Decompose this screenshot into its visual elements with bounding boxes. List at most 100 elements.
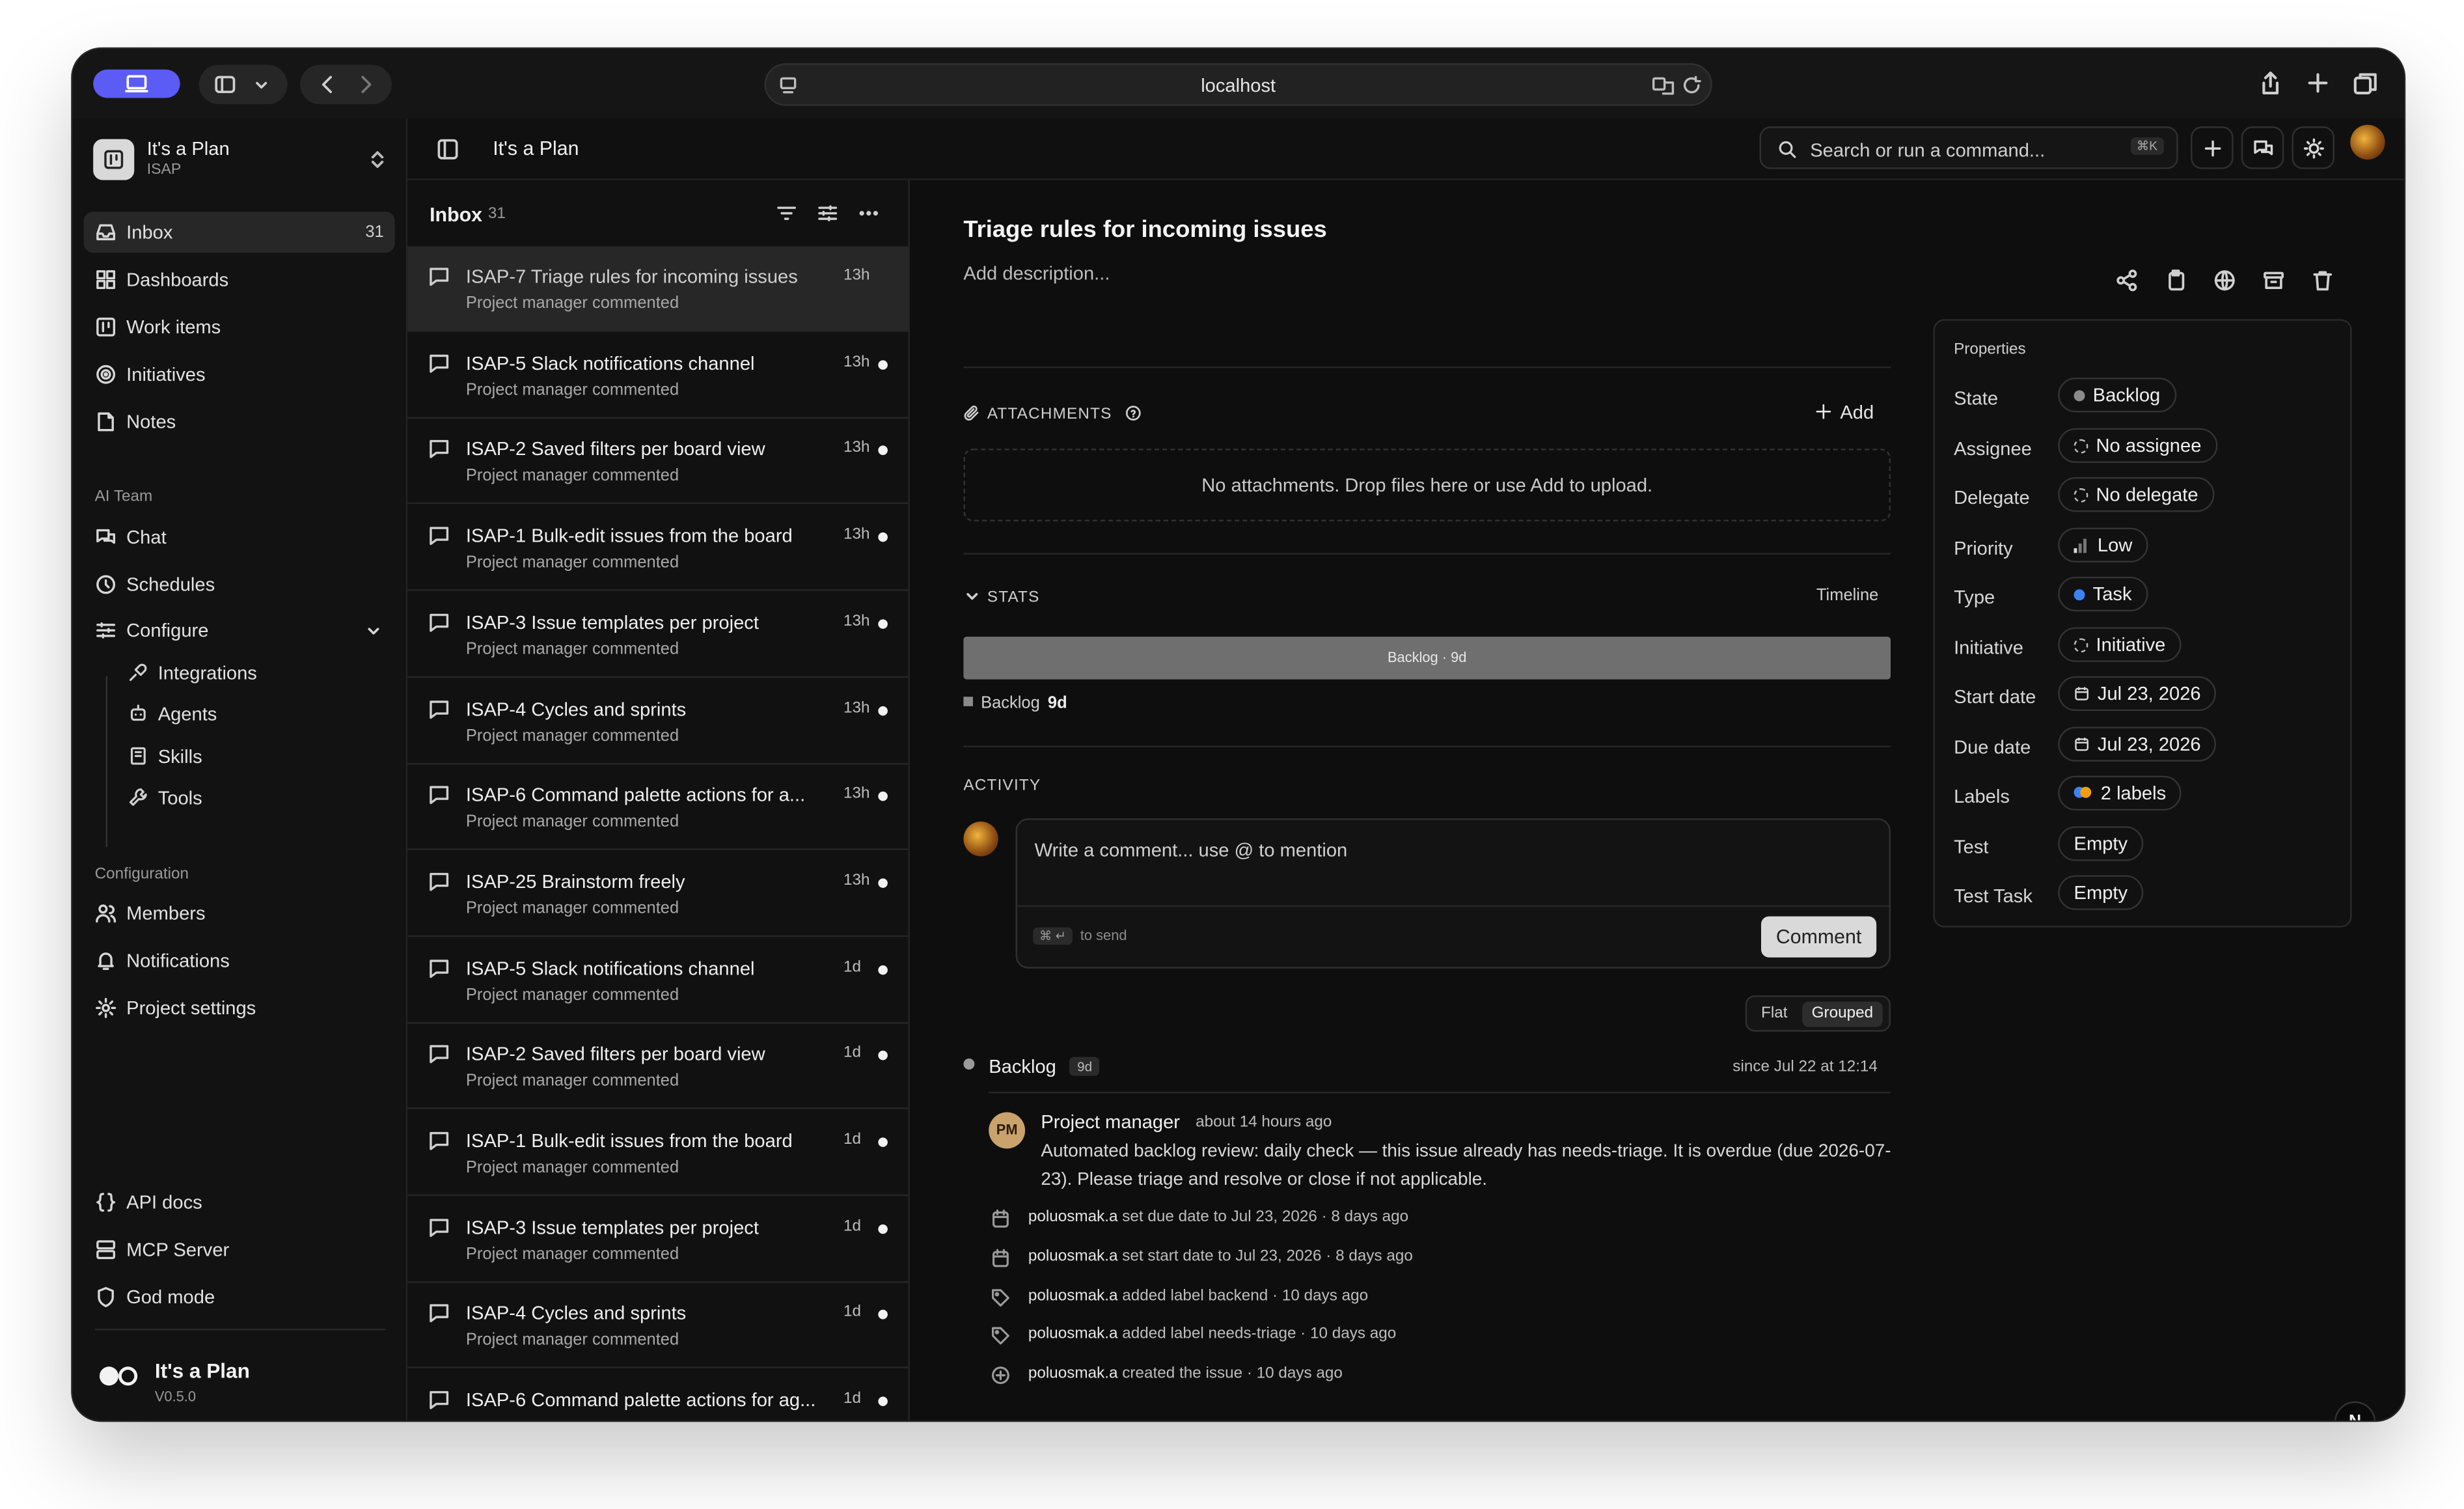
sidebar-item-initiatives[interactable]: Initiatives <box>84 354 395 395</box>
panel-toggle-icon[interactable] <box>436 137 459 161</box>
inbox-item[interactable]: ISAP-4 Cycles and sprints Project manager… <box>407 678 909 764</box>
sidebar-item-label: Tools <box>157 786 202 809</box>
sidebar-item-configure[interactable]: Configure <box>84 610 395 651</box>
state-dot <box>2074 589 2085 601</box>
property-value-chip[interactable]: Empty <box>2058 825 2144 861</box>
inbox-item[interactable]: ISAP-2 Saved filters per board view Proje… <box>407 419 909 505</box>
sidebar-item-api-docs[interactable]: API docs <box>84 1182 395 1223</box>
comment-button[interactable]: Comment <box>1760 916 1877 958</box>
create-button[interactable] <box>2191 126 2234 169</box>
property-label: Test <box>1954 835 1989 857</box>
event-user[interactable]: poluosmak.a <box>1028 1365 1118 1383</box>
calendar-icon <box>991 1248 1011 1269</box>
sidebar-item-work-items[interactable]: Work items <box>84 307 395 348</box>
plus-icon <box>2202 137 2224 159</box>
property-value-chip[interactable]: Jul 23, 2026 <box>2058 676 2217 712</box>
sidebar-item-notifications[interactable]: Notifications <box>84 940 395 981</box>
filter-icon[interactable] <box>776 202 798 225</box>
plus-circle-icon <box>991 1365 1011 1386</box>
inbox-item[interactable]: ISAP-3 Issue templates per project Projec… <box>407 592 909 678</box>
property-value-chip[interactable]: Backlog <box>2058 378 2176 413</box>
timeline-link[interactable]: Timeline <box>1816 586 1878 605</box>
calendar-icon <box>2074 729 2090 751</box>
sidebar-icon[interactable] <box>213 73 237 96</box>
command-search-input[interactable]: Search or run a command... ⌘K <box>1759 126 2178 169</box>
issue-title[interactable]: Triage rules for incoming issues <box>963 216 1326 243</box>
sidebar-item-notes[interactable]: Notes <box>84 401 395 442</box>
event-user[interactable]: poluosmak.a <box>1028 1209 1118 1226</box>
add-attachment-button[interactable]: Add <box>1815 401 1874 423</box>
inbox-item-subtitle: Project manager commented <box>465 1157 679 1178</box>
comment-body: Automated backlog review: daily check — … <box>1041 1142 1891 1190</box>
back-icon[interactable] <box>316 73 339 96</box>
comment-editor[interactable]: Write a comment... use @ to mention ⌘ ↵ t… <box>1015 818 1891 969</box>
event-user[interactable]: poluosmak.a <box>1028 1326 1118 1344</box>
inbox-item[interactable]: ISAP-5 Slack notifications channel Projec… <box>407 333 909 419</box>
sidebar-item-project-settings[interactable]: Project settings <box>84 988 395 1029</box>
inbox-item[interactable]: ISAP-5 Slack notifications channel Projec… <box>407 938 909 1023</box>
property-value-chip[interactable]: Jul 23, 2026 <box>2058 726 2217 761</box>
dev-tools-button[interactable]: N <box>2334 1401 2376 1420</box>
theme-toggle-button[interactable] <box>2292 126 2334 169</box>
sidebar-item-dashboards[interactable]: Dashboards <box>84 259 395 300</box>
inbox-item[interactable]: ISAP-25 Brainstorm freely Project manager… <box>407 851 909 937</box>
chevron-down-icon[interactable] <box>253 73 270 96</box>
inbox-item[interactable]: ISAP-6 Command palette actions for a... P… <box>407 765 909 851</box>
inbox-item-title: ISAP-3 Issue templates per project <box>465 611 759 633</box>
stats-toggle[interactable]: STATS <box>963 588 1039 607</box>
property-value-chip[interactable]: No delegate <box>2058 477 2214 512</box>
chevron-down-icon[interactable] <box>365 622 383 640</box>
help-icon[interactable] <box>1125 404 1143 422</box>
forward-icon[interactable] <box>354 73 377 96</box>
inbox-item[interactable]: ISAP-4 Cycles and sprints Project manager… <box>407 1284 909 1369</box>
address-bar[interactable]: localhost <box>764 63 1712 106</box>
sidebar-item-mcp-server[interactable]: MCP Server <box>84 1229 395 1270</box>
property-value-chip[interactable]: No assignee <box>2058 427 2217 462</box>
inbox-item[interactable]: ISAP-2 Saved filters per board view Proje… <box>407 1024 909 1110</box>
inbox-item[interactable]: ISAP-3 Issue templates per project Projec… <box>407 1197 909 1282</box>
sidebar-item-schedules[interactable]: Schedules <box>84 564 395 605</box>
property-value-chip[interactable]: 2 labels <box>2058 775 2182 810</box>
share-icon[interactable] <box>2115 269 2139 292</box>
sidebar-item-integrations[interactable]: Integrations <box>115 654 384 692</box>
globe-icon[interactable] <box>2213 269 2236 292</box>
sidebar-item-chat[interactable]: Chat <box>84 517 395 558</box>
sidebar-item-god-mode[interactable]: God mode <box>84 1277 395 1318</box>
property-value-chip[interactable]: Low <box>2058 527 2148 562</box>
property-value-chip[interactable]: Empty <box>2058 875 2144 910</box>
workspace-switcher[interactable]: It's a Plan ISAP <box>93 137 390 191</box>
user-avatar[interactable] <box>2350 124 2385 160</box>
sidebar-item-tools[interactable]: Tools <box>115 779 384 816</box>
trash-icon[interactable] <box>2311 269 2334 292</box>
inbox-item[interactable]: ISAP-1 Bulk-edit issues from the board Pr… <box>407 506 909 591</box>
view-flat-button[interactable]: Flat <box>1751 1002 1797 1027</box>
copy-icon[interactable] <box>2164 269 2187 292</box>
property-value-chip[interactable]: Initiative <box>2058 626 2182 661</box>
sidebar-item-members[interactable]: Members <box>84 893 395 934</box>
event-user[interactable]: poluosmak.a <box>1028 1248 1118 1266</box>
tabs-overview-icon[interactable] <box>2352 70 2379 96</box>
inbox-item[interactable]: ISAP-6 Command palette actions for ag...… <box>407 1370 908 1420</box>
property-value-chip[interactable]: Task <box>2058 576 2148 612</box>
share-icon[interactable] <box>2257 70 2284 96</box>
profile-button[interactable] <box>93 69 180 98</box>
new-tab-icon[interactable] <box>2305 70 2331 96</box>
sidebar-item-skills[interactable]: Skills <box>115 738 384 775</box>
view-grouped-button[interactable]: Grouped <box>1802 1001 1883 1027</box>
more-icon[interactable] <box>858 202 880 225</box>
display-settings-icon[interactable] <box>817 202 839 225</box>
inbox-item-subtitle: Project manager commented <box>465 985 679 1004</box>
attachment-dropzone[interactable]: No attachments. Drop files here or use A… <box>963 449 1891 521</box>
reload-icon[interactable] <box>1680 74 1703 96</box>
sidebar-toggle-group[interactable] <box>198 64 288 105</box>
archive-icon[interactable] <box>2262 269 2285 292</box>
sidebar-item-inbox[interactable]: Inbox 31 <box>83 212 395 253</box>
translate-icon[interactable] <box>1650 74 1676 96</box>
event-user[interactable]: poluosmak.a <box>1028 1287 1118 1305</box>
inbox-item[interactable]: ISAP-7 Triage rules for incoming issues P… <box>407 246 909 332</box>
inbox-item[interactable]: ISAP-1 Bulk-edit issues from the board Pr… <box>407 1111 909 1197</box>
comment-author[interactable]: Project manager <box>1041 1111 1180 1133</box>
chat-button[interactable] <box>2241 126 2284 169</box>
description-field[interactable]: Add description... <box>963 262 1110 284</box>
sidebar-item-agents[interactable]: Agents <box>115 695 384 733</box>
